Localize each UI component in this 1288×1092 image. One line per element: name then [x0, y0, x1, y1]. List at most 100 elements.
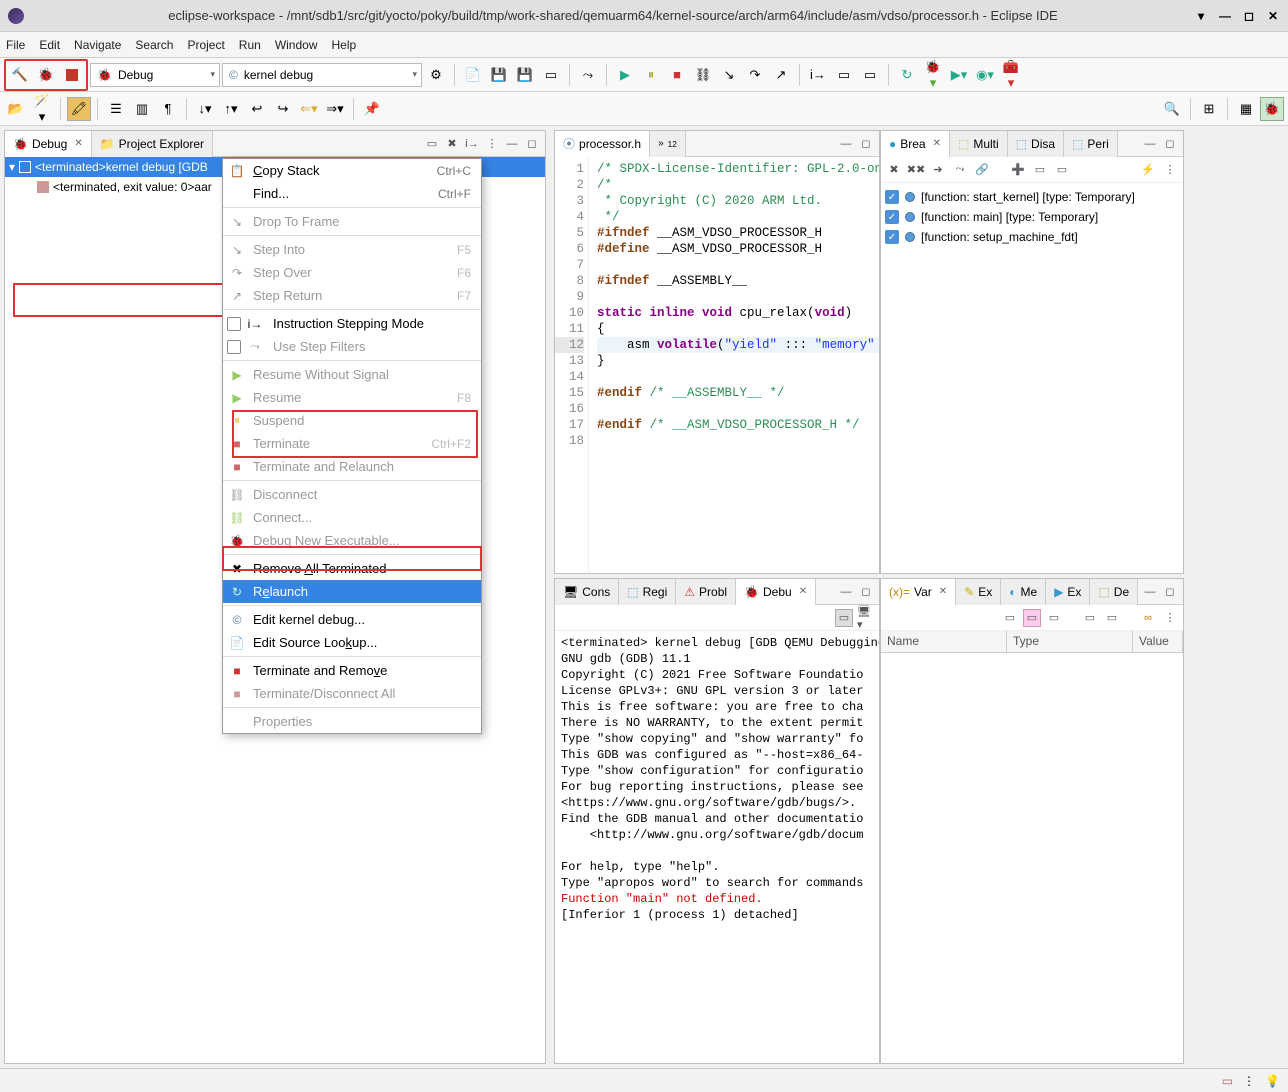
- coverage-button[interactable]: ◉▾: [973, 63, 997, 87]
- tab-variables[interactable]: (x)= Var✕: [881, 579, 956, 605]
- tb-icon[interactable]: ▭: [832, 63, 856, 87]
- view-menu-dots-icon[interactable]: ⋮: [1161, 161, 1179, 179]
- minimize-icon[interactable]: —: [1218, 9, 1232, 23]
- minimize-view-icon[interactable]: —: [837, 135, 855, 153]
- col-type[interactable]: Type: [1007, 631, 1133, 652]
- breakpoints-list[interactable]: ✓ [function: start_kernel] [type: Tempor…: [881, 183, 1183, 251]
- prev-annotation-button[interactable]: ↑▾: [219, 97, 243, 121]
- cm-relaunch[interactable]: ↻Relaunch: [223, 580, 481, 603]
- view-menu-dots-icon[interactable]: ⋮: [483, 135, 501, 153]
- step-into-button[interactable]: ↘: [717, 63, 741, 87]
- pin-button[interactable]: 📌: [360, 97, 384, 121]
- remove-icon[interactable]: ✖: [885, 161, 903, 179]
- menu-navigate[interactable]: Navigate: [74, 38, 121, 52]
- debugger-console[interactable]: <terminated> kernel debug [GDB QEMU Debu…: [555, 631, 879, 1063]
- back-button[interactable]: ⇐▾: [297, 97, 321, 121]
- terminate-button[interactable]: ■: [665, 63, 689, 87]
- maximize-view-icon[interactable]: ◻: [857, 583, 875, 601]
- minimize-view-icon[interactable]: —: [837, 583, 855, 601]
- goto-icon[interactable]: ➔: [929, 161, 947, 179]
- tb-icon[interactable]: ▭: [1045, 609, 1063, 627]
- view-menu-dots-icon[interactable]: ⋮: [1161, 609, 1179, 627]
- checkbox-icon[interactable]: ✓: [885, 190, 899, 204]
- suspend-button[interactable]: ⏸: [639, 63, 663, 87]
- skip-breakpoints-button[interactable]: ⤳: [576, 63, 600, 87]
- minimize-view-icon[interactable]: —: [503, 135, 521, 153]
- tb-icon[interactable]: ▭: [1031, 161, 1049, 179]
- tb-icon[interactable]: ▭: [1001, 609, 1019, 627]
- launch-config-gear-icon[interactable]: ⚙: [424, 63, 448, 87]
- tb-icon[interactable]: ∞: [1139, 609, 1157, 627]
- tb-icon[interactable]: i→: [463, 135, 481, 153]
- tb-icon[interactable]: ▥: [130, 97, 154, 121]
- menu-project[interactable]: Project: [187, 38, 224, 52]
- minimize-view-icon[interactable]: —: [1141, 135, 1159, 153]
- external-tools-button[interactable]: 🧰▾: [999, 63, 1023, 87]
- maximize-view-icon[interactable]: ◻: [1161, 583, 1179, 601]
- tab-breakpoints[interactable]: ● Brea✕: [881, 131, 950, 157]
- cm-remove-all-terminated[interactable]: ✖Remove All Terminated: [223, 557, 481, 580]
- tab-problems[interactable]: ⚠ Probl: [676, 579, 736, 605]
- step-over-button[interactable]: ↷: [743, 63, 767, 87]
- variables-body[interactable]: [881, 653, 1183, 1063]
- view-menu-icon[interactable]: ▭: [423, 135, 441, 153]
- maximize-view-icon[interactable]: ◻: [1161, 135, 1179, 153]
- pin-console-icon[interactable]: ▭: [835, 609, 853, 627]
- tab-project-explorer[interactable]: 📁Project Explorer: [92, 131, 213, 157]
- remove-terminated-icon[interactable]: ✖: [443, 135, 461, 153]
- tab-executables[interactable]: ▶ Ex: [1046, 579, 1090, 605]
- menu-edit[interactable]: Edit: [39, 38, 60, 52]
- save-button[interactable]: 💾: [487, 63, 511, 87]
- menu-file[interactable]: File: [6, 38, 25, 52]
- maximize-view-icon[interactable]: ◻: [523, 135, 541, 153]
- resume-button[interactable]: ▶: [613, 63, 637, 87]
- code-content[interactable]: /* SPDX-License-Identifier: GPL-2.0-on /…: [589, 157, 879, 573]
- tab-disassembly[interactable]: ⬚ Disa: [1008, 131, 1064, 157]
- instr-step-button[interactable]: i→: [806, 63, 830, 87]
- breakpoint-item[interactable]: ✓ [function: start_kernel] [type: Tempor…: [885, 187, 1179, 207]
- maximize-view-icon[interactable]: ◻: [857, 135, 875, 153]
- iconify-dropdown-icon[interactable]: ▾: [1194, 9, 1208, 23]
- col-value[interactable]: Value: [1133, 631, 1183, 652]
- minimize-view-icon[interactable]: —: [1141, 583, 1159, 601]
- build-button[interactable]: 🔨: [8, 63, 32, 87]
- cm-terminate-remove[interactable]: ■Terminate and Remove: [223, 659, 481, 682]
- tab-console[interactable]: 🖥 Cons: [555, 579, 619, 605]
- save-all-button[interactable]: 💾: [513, 63, 537, 87]
- tb-icon[interactable]: ▭: [1103, 609, 1121, 627]
- tab-peripherals[interactable]: ⬚ Peri: [1064, 131, 1118, 157]
- tab-debug-sources[interactable]: ⬚ De: [1090, 579, 1138, 605]
- launch-config-combo[interactable]: ©kernel debug▾: [222, 63, 422, 87]
- link-icon[interactable]: 🔗: [973, 161, 991, 179]
- tb-icon[interactable]: ↪: [271, 97, 295, 121]
- filter-icon[interactable]: ⚡: [1139, 161, 1157, 179]
- tb-icon[interactable]: ▭: [1053, 161, 1071, 179]
- disconnect-button[interactable]: ⛓: [691, 63, 715, 87]
- checkbox-icon[interactable]: ✓: [885, 230, 899, 244]
- cm-instruction-stepping[interactable]: i→Instruction Stepping Mode: [223, 312, 481, 335]
- editor-tab-overflow[interactable]: »12: [650, 131, 686, 157]
- tab-debug[interactable]: 🐞Debug✕: [5, 131, 92, 157]
- search-icon[interactable]: 🔍: [1160, 97, 1184, 121]
- menu-window[interactable]: Window: [275, 38, 318, 52]
- close-icon[interactable]: ✕: [1266, 9, 1280, 23]
- wand-button[interactable]: 🪄▾: [30, 97, 54, 121]
- new-button[interactable]: 📄: [461, 63, 485, 87]
- forward-button[interactable]: ⇒▾: [323, 97, 347, 121]
- checkbox-icon[interactable]: ✓: [885, 210, 899, 224]
- tab-memory[interactable]: ◐ Me: [1001, 579, 1046, 605]
- launch-mode-combo[interactable]: 🐞Debug▾: [90, 63, 220, 87]
- tab-multicore[interactable]: ⬚ Multi: [950, 131, 1008, 157]
- tab-close-icon[interactable]: ✕: [799, 586, 807, 597]
- tab-registers[interactable]: ⬚ Regi: [619, 579, 676, 605]
- status-menu-icon[interactable]: ⋮: [1243, 1074, 1255, 1088]
- tab-expressions[interactable]: ✎ Ex: [956, 579, 1001, 605]
- tab-close-icon[interactable]: ✕: [74, 138, 82, 149]
- open-type-button[interactable]: 📂: [4, 97, 28, 121]
- cm-find[interactable]: Find...Ctrl+F: [223, 182, 481, 205]
- breakpoint-item[interactable]: ✓ [function: main] [type: Temporary]: [885, 207, 1179, 227]
- toggle-breakpoint-button[interactable]: ▭: [539, 63, 563, 87]
- display-selected-icon[interactable]: 🖥▾: [857, 609, 875, 627]
- tb-pilcrow-icon[interactable]: ¶: [156, 97, 180, 121]
- next-annotation-button[interactable]: ↓▾: [193, 97, 217, 121]
